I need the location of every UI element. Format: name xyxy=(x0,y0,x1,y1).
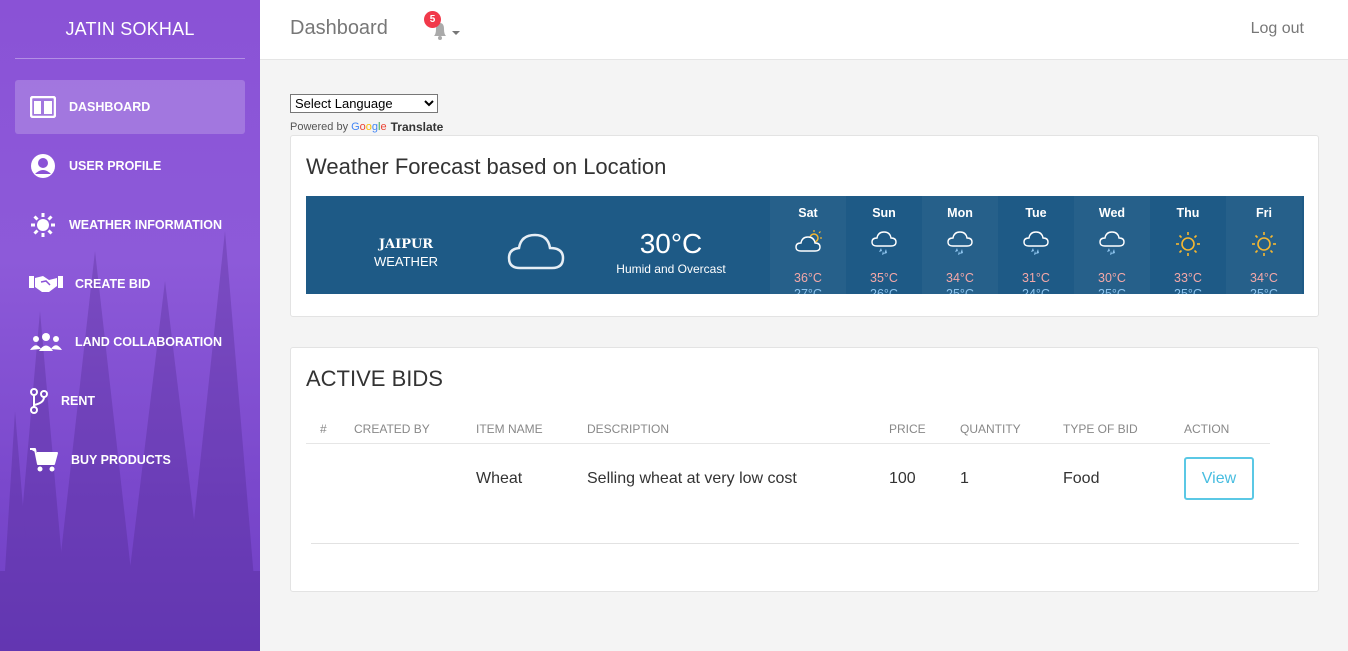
table-row: Wheat Selling wheat at very low cost 100… xyxy=(306,444,1270,514)
sidebar-item-label: BUY PRODUCTS xyxy=(71,453,171,467)
user-icon xyxy=(29,152,57,180)
column-header: PRICE xyxy=(889,422,926,436)
logout-link[interactable]: Log out xyxy=(1251,20,1304,38)
sun-gear-icon xyxy=(29,211,57,239)
current-condition: Humid and Overcast xyxy=(616,262,726,276)
weather-card-title: Weather Forecast based on Location xyxy=(306,154,667,179)
column-header: DESCRIPTION xyxy=(587,422,670,436)
column-header: QUANTITY xyxy=(960,422,1021,436)
weather-widget[interactable]: JAIPUR WEATHER 30°C Humid and Overcast S… xyxy=(306,196,1304,294)
active-bids-card: ACTIVE BIDS # CREATED BY ITEM NAME DESCR… xyxy=(290,347,1319,592)
cell-price: 100 xyxy=(889,470,916,487)
sidebar-item-label: USER PROFILE xyxy=(69,159,162,173)
sidebar-item-label: LAND COLLABORATION xyxy=(75,335,222,349)
table-header: # CREATED BY ITEM NAME DESCRIPTION PRICE… xyxy=(306,413,1270,444)
forecast-low: 27°C xyxy=(794,287,822,294)
forecast-high: 33°C xyxy=(1174,271,1202,285)
partly-cloudy-icon xyxy=(794,230,824,259)
forecast-high: 36°C xyxy=(794,271,822,285)
forecast-low: 25°C xyxy=(946,287,974,294)
sidebar-item-label: CREATE BID xyxy=(75,277,151,291)
cart-icon xyxy=(29,446,59,474)
sidebar-item-user-profile[interactable]: USER PROFILE xyxy=(15,139,245,193)
sidebar-item-label: WEATHER INFORMATION xyxy=(69,218,222,232)
branch-icon xyxy=(29,387,49,415)
column-header: TYPE OF BID xyxy=(1063,422,1138,436)
sidebar-item-rent[interactable]: RENT xyxy=(15,374,245,428)
sun-icon xyxy=(1174,230,1202,263)
forecast-day: Sun 35°C 26°C xyxy=(846,196,922,294)
cell-quantity: 1 xyxy=(960,470,969,487)
sidebar-item-weather[interactable]: WEATHER INFORMATION xyxy=(15,198,245,252)
page-title: Dashboard xyxy=(290,17,388,39)
forecast-low: 24°C xyxy=(1022,287,1050,294)
brand-name[interactable]: JATIN SOKHAL xyxy=(0,0,260,58)
forecast-day-name: Sun xyxy=(872,206,896,220)
forecast-day: Fri 34°C 25°C xyxy=(1226,196,1302,294)
rain-icon xyxy=(1022,230,1052,261)
dashboard-icon xyxy=(29,93,57,121)
rain-icon xyxy=(1098,230,1128,261)
forecast-low: 25°C xyxy=(1098,287,1126,294)
powered-by-text: Powered by xyxy=(290,121,349,133)
current-temperature: 30°C xyxy=(639,228,703,259)
forecast-day-name: Fri xyxy=(1256,206,1272,220)
active-bids-title: ACTIVE BIDS xyxy=(306,366,443,391)
city-sub: WEATHER xyxy=(373,254,439,269)
sidebar: JATIN SOKHAL DASHBOARD USER PROFILE WEAT… xyxy=(0,0,260,651)
cell-type: Food xyxy=(1063,470,1100,487)
divider xyxy=(311,543,1299,544)
city-name: JAIPUR xyxy=(378,237,434,252)
sidebar-item-land-collaboration[interactable]: LAND COLLABORATION xyxy=(15,315,245,369)
forecast-day: Sat 36°C 27°C xyxy=(770,196,846,294)
forecast-day-name: Sat xyxy=(798,206,818,220)
google-logo[interactable]: Google xyxy=(351,121,387,133)
brand-divider xyxy=(15,58,245,59)
forecast-day-name: Wed xyxy=(1098,206,1126,220)
weather-card: Weather Forecast based on Location JAIPU… xyxy=(290,135,1319,317)
forecast-high: 31°C xyxy=(1022,271,1050,285)
forecast-day: Mon 34°C 25°C xyxy=(922,196,998,294)
google-translate-attribution: Powered by Google Translate xyxy=(290,120,443,134)
forecast-day-name: Mon xyxy=(947,206,973,220)
translate-text: Translate xyxy=(390,120,444,134)
notification-badge: 5 xyxy=(424,11,441,28)
notifications-dropdown[interactable]: 5 xyxy=(424,11,464,42)
forecast-high: 35°C xyxy=(870,271,898,285)
handshake-icon xyxy=(29,270,63,298)
cell-item-name: Wheat xyxy=(476,470,523,487)
forecast-day: Tue 31°C 24°C xyxy=(998,196,1074,294)
rain-icon xyxy=(946,230,976,261)
column-header: ITEM NAME xyxy=(476,422,543,436)
users-icon xyxy=(29,328,63,356)
cell-description: Selling wheat at very low cost xyxy=(587,470,797,487)
forecast-high: 30°C xyxy=(1098,271,1126,285)
column-header: # xyxy=(320,422,327,436)
top-navbar: Dashboard 5 Log out xyxy=(260,0,1348,60)
sun-icon xyxy=(1250,230,1278,263)
forecast-day-name: Tue xyxy=(1025,206,1047,220)
sidebar-item-create-bid[interactable]: CREATE BID xyxy=(15,257,245,311)
forecast-high: 34°C xyxy=(1250,271,1278,285)
sidebar-item-label: DASHBOARD xyxy=(69,100,151,114)
weather-location: JAIPUR WEATHER xyxy=(351,236,461,270)
view-button[interactable]: View xyxy=(1184,457,1254,500)
forecast-day-name: Thu xyxy=(1176,206,1200,220)
language-select[interactable]: Select Language xyxy=(290,94,438,113)
sidebar-item-buy-products[interactable]: BUY PRODUCTS xyxy=(15,433,245,487)
sidebar-item-dashboard[interactable]: DASHBOARD xyxy=(15,80,245,134)
rain-icon xyxy=(870,230,900,261)
forecast-low: 25°C xyxy=(1250,287,1278,294)
forecast-day: Thu 33°C 25°C xyxy=(1150,196,1226,294)
cloud-icon xyxy=(506,230,566,277)
column-header: ACTION xyxy=(1184,422,1230,436)
forecast-high: 34°C xyxy=(946,271,974,285)
column-header: CREATED BY xyxy=(354,422,430,436)
sidebar-item-label: RENT xyxy=(61,394,96,408)
forecast-low: 25°C xyxy=(1174,287,1202,294)
forecast-low: 26°C xyxy=(870,287,898,294)
forecast-day: Wed 30°C 25°C xyxy=(1074,196,1150,294)
